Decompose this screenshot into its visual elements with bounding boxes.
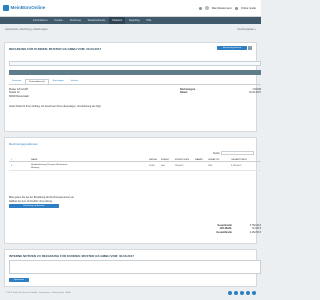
row-unit: Std. xyxy=(161,165,165,167)
row-name-detail: Wartung xyxy=(31,166,40,169)
notes-textarea[interactable] xyxy=(9,260,261,274)
invoice-date-label: Datum xyxy=(180,91,188,95)
search-label: Suche xyxy=(213,152,220,155)
col-tax: UMSATZST. xyxy=(208,158,220,161)
total-gross: 4.462,50 € xyxy=(249,230,261,234)
print-invoice-button[interactable]: Rechnung drucken xyxy=(217,46,247,50)
footer-text: © 2017 Buhl Data Service GmbH · Impressu… xyxy=(5,292,71,294)
help-icon[interactable] xyxy=(234,6,238,10)
main-nav: Informationen Kunden Rechnung Wiederkehr… xyxy=(0,17,261,24)
bell-icon[interactable] xyxy=(198,6,202,10)
twitter-icon[interactable] xyxy=(234,291,238,295)
positions-panel: Rechnungspositionen Suche # NAME MENGE E… xyxy=(4,137,261,244)
online-guide-link[interactable]: Online Guide xyxy=(241,7,256,10)
col-unit: EINHEIT xyxy=(161,158,170,161)
youtube-icon[interactable] xyxy=(246,291,250,295)
nav-item-informationen[interactable]: Informationen xyxy=(30,17,51,24)
payment-due-text: Zahlbar bis zum 13.04.2017 ohne Abzug. xyxy=(9,199,53,203)
address-line: 80000 Musterstadt xyxy=(9,94,29,98)
save-notes-button[interactable]: Speichern xyxy=(9,278,29,282)
invoice-meta-values: 17/0033 30.03.2017 xyxy=(233,88,261,95)
prepare-invoice-button[interactable]: Rechnung vorbereiten xyxy=(9,204,59,208)
col-num: # xyxy=(11,158,13,161)
social-icons xyxy=(228,291,256,295)
col-qty: MENGE xyxy=(149,158,158,161)
totals-labels: Gesamtnetto 19% MwSt. Gesamtbrutto xyxy=(204,224,232,234)
row-name: Handelsleistung Thermas Musterman xyxy=(31,163,68,166)
invoice-title: RECHNUNG FÜR KUNDEN: MUSTER GS GMBH VOM:… xyxy=(9,47,102,51)
customer-address: Muster GS GmbH Straße 12 80000 Mustersta… xyxy=(9,88,29,98)
row-qty: 10,00 xyxy=(149,165,155,167)
nav-item-rechnung[interactable]: Rechnung xyxy=(67,17,84,24)
status-bar xyxy=(9,70,261,75)
notes-panel: INTERNE NOTIZEN ZU RECHNUNG FÜR KUNDEN: … xyxy=(4,249,261,287)
app-logo[interactable]: MeinBüroOnline xyxy=(3,5,45,11)
invoice-meta-labels: Rechnungsnr Datum xyxy=(180,88,195,95)
back-to-list-link[interactable]: Rechnungsliste » xyxy=(238,28,256,31)
positions-search-input[interactable] xyxy=(221,151,254,155)
col-total: GESAMTPREIS xyxy=(231,158,247,161)
positions-title: Rechnungspositionen xyxy=(9,142,38,146)
nav-item-finanzen[interactable]: Finanzen xyxy=(109,17,126,24)
invoice-panel: RECHNUNG FÜR KUNDEN: MUSTER GS GMBH VOM:… xyxy=(4,42,261,132)
nav-item-wiederkehrende[interactable]: Wiederkehrende xyxy=(85,17,109,24)
row-price: 750,00 € xyxy=(175,165,184,167)
row-total: 3.750,00 € xyxy=(231,165,242,167)
nav-item-kunden[interactable]: Kunden xyxy=(52,17,66,24)
positions-table: # NAME MENGE EINHEIT EINZELPREIS RABATT … xyxy=(9,158,261,172)
totals-values: 3.750,00 € 712,50 € 4.462,50 € xyxy=(233,224,261,234)
blog-icon[interactable] xyxy=(252,291,256,295)
nav-item-reporting[interactable]: Reporting xyxy=(126,17,142,24)
row-num: 1 xyxy=(11,165,13,167)
invoice-intro-text: Vielen Dank für Ihren Auftrag, wir berec… xyxy=(9,105,101,108)
table-header: # NAME MENGE EINHEIT EINZELPREIS RABATT … xyxy=(9,158,261,162)
breadcrumb[interactable]: Lieferschein » Rechnung » Rechnungen xyxy=(5,28,48,31)
xing-icon[interactable] xyxy=(240,291,244,295)
col-name: NAME xyxy=(31,158,38,161)
total-gross-label: Gesamtbrutto xyxy=(216,230,232,234)
col-discount: RABATT xyxy=(195,158,204,161)
user-name[interactable]: Max Mustermann xyxy=(212,7,232,10)
facebook-icon[interactable] xyxy=(228,291,232,295)
invoice-menu-button[interactable]: ≡ xyxy=(248,46,252,50)
avatar[interactable] xyxy=(204,6,209,10)
table-row[interactable]: 1 Handelsleistung Thermas Musterman Wart… xyxy=(9,163,261,171)
logo-icon xyxy=(3,5,9,11)
invoice-date: 30.03.2017 xyxy=(249,91,261,95)
col-price: EINZELPREIS xyxy=(175,158,190,161)
tab-divider xyxy=(9,84,261,85)
nav-item-hilfe[interactable]: Hilfe xyxy=(144,17,155,24)
user-area: Max Mustermann Online Guide xyxy=(198,6,256,10)
notes-title: INTERNE NOTIZEN ZU RECHNUNG FÜR KUNDEN: … xyxy=(9,254,135,258)
top-bar: MeinBüroOnline Max Mustermann Online Gui… xyxy=(0,0,261,17)
invoice-search-input[interactable] xyxy=(9,61,261,66)
row-tax: 19% xyxy=(208,165,213,167)
